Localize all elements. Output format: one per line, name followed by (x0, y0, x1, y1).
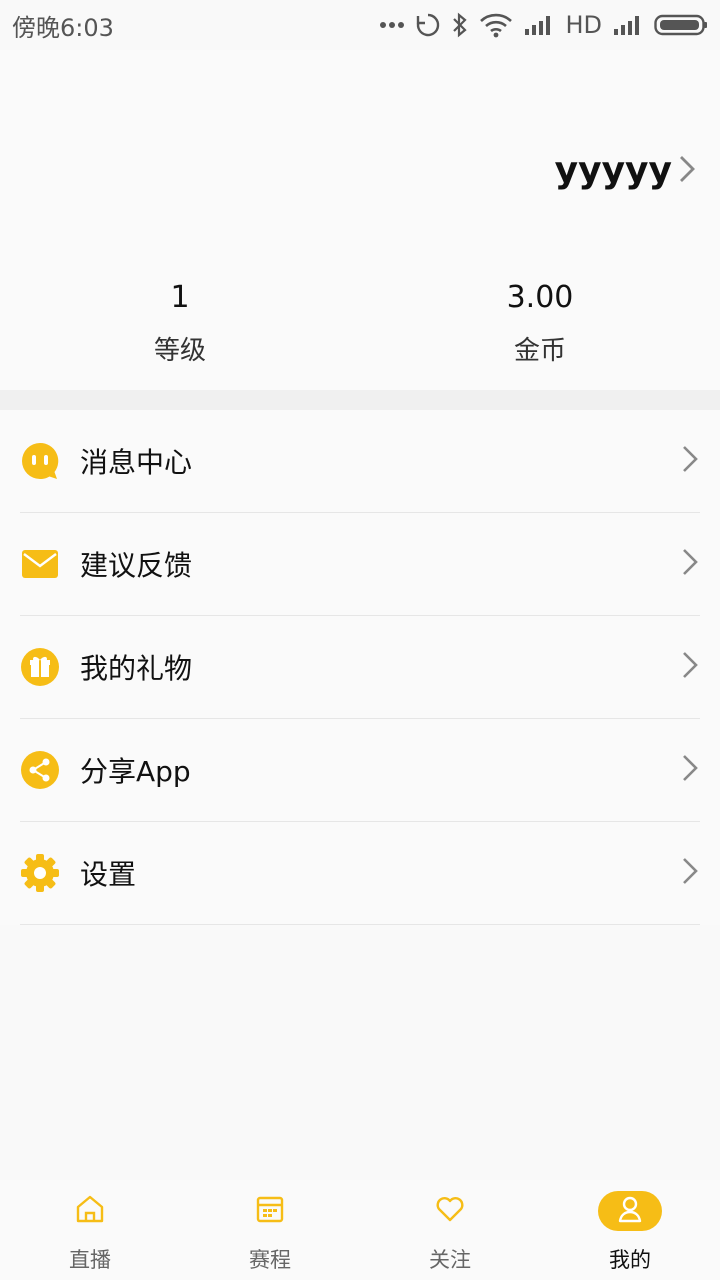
network-label: HD (565, 11, 602, 39)
tab-active-pill (598, 1191, 662, 1231)
stat-coins-value: 3.00 (506, 280, 574, 315)
chevron-right-icon (682, 754, 698, 786)
user-icon (617, 1195, 643, 1227)
bluetooth-icon (451, 12, 469, 38)
profile-header: yyyyy 1 等级 3.00 金币 (0, 50, 720, 390)
sync-icon (415, 12, 441, 38)
gift-icon (20, 647, 60, 687)
calendar-icon (255, 1194, 285, 1228)
chevron-right-icon (682, 857, 698, 889)
tab-mine[interactable]: 我的 (540, 1180, 720, 1280)
menu-item-label: 设置 (80, 858, 137, 891)
username: yyyyy (554, 150, 672, 191)
signal-icon (523, 13, 555, 37)
tab-label: 关注 (429, 1248, 471, 1272)
chevron-right-icon (682, 651, 698, 683)
status-icons: HD (379, 11, 708, 39)
heart-icon (435, 1195, 465, 1227)
settings-gear-icon (20, 853, 60, 893)
menu-item-label: 分享App (80, 755, 191, 788)
tab-follow[interactable]: 关注 (360, 1180, 540, 1280)
tab-label: 我的 (609, 1248, 651, 1272)
stat-level-label: 等级 (153, 336, 206, 366)
menu-item-settings[interactable]: 设置 (20, 822, 700, 925)
profile-user-row[interactable]: yyyyy (555, 150, 696, 191)
stat-level-value: 1 (170, 280, 190, 315)
status-bar: 傍晚6:03 HD (0, 0, 720, 50)
stat-coins[interactable]: 3.00 金币 (360, 280, 720, 367)
share-icon (20, 750, 60, 790)
signal-icon-2 (612, 13, 644, 37)
profile-stats: 1 等级 3.00 金币 (0, 280, 720, 367)
menu-item-feedback[interactable]: 建议反馈 (20, 513, 700, 616)
tab-label: 直播 (69, 1248, 111, 1272)
menu-item-messages[interactable]: 消息中心 (20, 410, 700, 513)
chevron-right-icon (678, 154, 696, 188)
menu-item-label: 消息中心 (80, 446, 193, 479)
menu-item-gifts[interactable]: 我的礼物 (20, 616, 700, 719)
home-icon (75, 1194, 105, 1228)
tab-live[interactable]: 直播 (0, 1180, 180, 1280)
chevron-right-icon (682, 445, 698, 477)
tab-label: 赛程 (249, 1248, 291, 1272)
wifi-icon (479, 12, 513, 38)
chevron-right-icon (682, 548, 698, 580)
status-time: 傍晚6:03 (12, 13, 114, 42)
tab-schedule[interactable]: 赛程 (180, 1180, 360, 1280)
menu-list: 消息中心 建议反馈 我的礼物 分享App 设置 (0, 410, 720, 925)
menu-item-share[interactable]: 分享App (20, 719, 700, 822)
stat-level[interactable]: 1 等级 (0, 280, 360, 367)
battery-icon (654, 13, 708, 37)
message-icon (20, 441, 60, 481)
menu-item-label: 建议反馈 (80, 549, 193, 582)
mail-icon (20, 544, 60, 584)
bottom-tab-bar: 直播 赛程 关注 我的 (0, 1180, 720, 1280)
menu-item-label: 我的礼物 (80, 652, 193, 685)
section-divider (0, 390, 720, 410)
more-dots-icon (379, 20, 405, 30)
stat-coins-label: 金币 (513, 336, 566, 366)
